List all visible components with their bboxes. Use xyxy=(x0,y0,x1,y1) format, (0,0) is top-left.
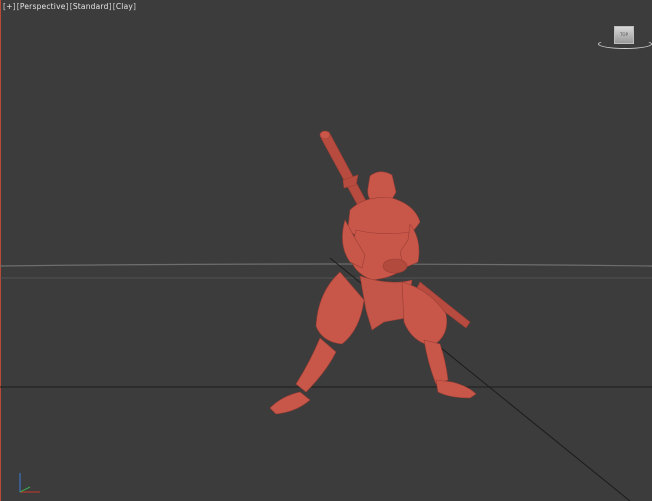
viewcube-icon[interactable]: TOP xyxy=(598,24,652,50)
horizon-line xyxy=(0,263,652,267)
right-pant-leg xyxy=(315,271,365,345)
left-shin xyxy=(423,339,449,385)
viewcube-compass-ring[interactable] xyxy=(598,39,652,49)
clay-character-model[interactable] xyxy=(269,130,477,415)
axis-tripod-icon xyxy=(19,473,40,493)
right-foot xyxy=(269,391,311,415)
right-shin xyxy=(295,337,337,393)
left-foot xyxy=(435,379,477,399)
axis-y-line xyxy=(19,486,31,493)
sword-pommel xyxy=(319,130,331,140)
scene-canvas[interactable] xyxy=(0,0,652,501)
belt-knot xyxy=(382,258,408,274)
perspective-viewport[interactable]: [+] [Perspective] [Standard] [Clay] TOP xyxy=(0,0,652,501)
